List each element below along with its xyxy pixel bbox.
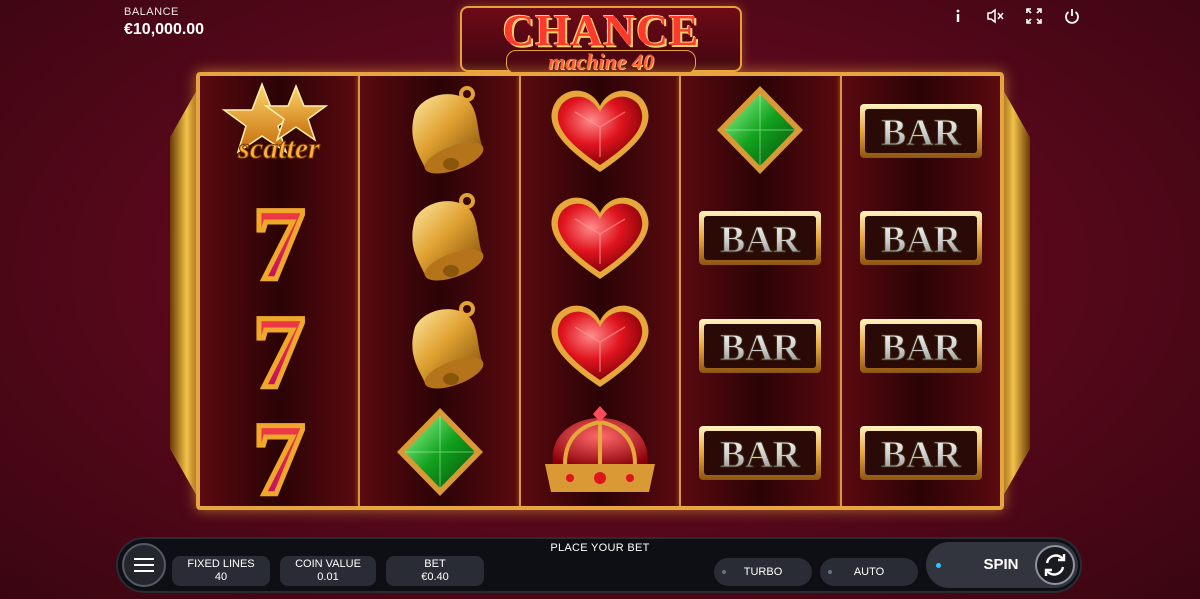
game-logo: CHANCE machine 40 <box>460 6 742 74</box>
bell-symbol-icon <box>375 82 505 178</box>
info-icon[interactable] <box>948 6 968 26</box>
svg-text:BAR: BAR <box>881 112 962 154</box>
bar-symbol-icon: BAR <box>856 189 986 285</box>
menu-icon-line <box>134 564 154 566</box>
balance-display: BALANCE €10,000.00 <box>124 6 204 39</box>
coin-value-selector[interactable]: COIN VALUE 0.01 <box>280 556 376 586</box>
diamond-symbol-icon <box>375 404 505 500</box>
svg-text:7: 7 <box>253 189 305 285</box>
power-icon[interactable] <box>1062 6 1082 26</box>
reel-frame: scatter 7 7 7 BAR BAR BAR BAR BAR BAR BA… <box>196 72 1004 510</box>
fixed-lines-label: FIXED LINES <box>187 558 255 570</box>
bar-symbol-icon: BAR <box>856 82 986 178</box>
bar-symbol-icon: BAR <box>856 404 986 500</box>
svg-text:scatter: scatter <box>237 132 320 165</box>
reel-3 <box>518 76 680 506</box>
coin-value-value: 0.01 <box>317 571 339 583</box>
bet-value: €0.40 <box>421 571 449 583</box>
seven-symbol-icon: 7 <box>214 404 344 500</box>
bar-symbol-icon: BAR <box>695 404 825 500</box>
heart-symbol-icon <box>535 82 665 178</box>
left-frame-pillar <box>170 88 198 498</box>
seven-symbol-icon: 7 <box>214 189 344 285</box>
reel-1: scatter 7 7 7 <box>200 76 359 506</box>
bar-symbol-icon: BAR <box>695 297 825 393</box>
svg-text:BAR: BAR <box>720 327 801 369</box>
svg-text:7: 7 <box>253 297 305 393</box>
menu-icon-line <box>134 558 154 560</box>
logo-subtitle: machine 40 <box>506 50 696 74</box>
spin-indicator <box>936 563 941 568</box>
bet-selector[interactable]: BET €0.40 <box>386 556 484 586</box>
svg-text:BAR: BAR <box>720 219 801 261</box>
spin-icon[interactable] <box>1035 545 1075 585</box>
coin-value-label: COIN VALUE <box>295 558 361 570</box>
fullscreen-icon[interactable] <box>1024 6 1044 26</box>
crown-symbol-icon <box>535 404 665 500</box>
svg-text:7: 7 <box>253 404 305 500</box>
fixed-lines-value: 40 <box>214 571 228 583</box>
spin-label: SPIN <box>983 556 1019 573</box>
spin-button[interactable]: SPIN <box>926 542 1078 588</box>
menu-icon-line <box>134 570 154 572</box>
sound-off-icon[interactable] <box>986 6 1006 26</box>
scatter-symbol-icon: scatter <box>214 81 344 178</box>
auto-label: AUTO <box>853 566 885 578</box>
svg-text:BAR: BAR <box>881 327 962 369</box>
reel-2 <box>358 76 519 506</box>
bar-symbol-icon: BAR <box>695 189 825 285</box>
seven-symbol-icon: 7 <box>214 297 344 393</box>
heart-symbol-icon <box>535 189 665 285</box>
balance-value: €10,000.00 <box>124 21 205 38</box>
svg-text:BAR: BAR <box>881 434 962 476</box>
menu-button[interactable] <box>122 543 166 587</box>
auto-indicator <box>828 570 832 574</box>
balance-label: BALANCE <box>124 6 179 18</box>
diamond-symbol-icon <box>695 82 825 178</box>
turbo-toggle[interactable]: TURBO <box>714 558 812 586</box>
reel-4: BAR BAR BAR <box>679 76 840 506</box>
right-frame-pillar <box>1002 88 1030 498</box>
auto-toggle[interactable]: AUTO <box>820 558 918 586</box>
turbo-label: TURBO <box>743 566 783 578</box>
heart-symbol-icon <box>535 297 665 393</box>
turbo-indicator <box>722 570 726 574</box>
reel-5: BAR BAR BAR BAR <box>839 76 1001 506</box>
reels-grid: scatter 7 7 7 BAR BAR BAR BAR BAR BAR BA… <box>200 76 1001 506</box>
svg-text:BAR: BAR <box>881 219 962 261</box>
bet-label: BET <box>424 558 446 570</box>
fixed-lines-display: FIXED LINES 40 <box>172 556 270 586</box>
bell-symbol-icon <box>375 297 505 393</box>
logo-title: CHANCE <box>502 6 700 55</box>
svg-text:BAR: BAR <box>720 434 801 476</box>
bar-symbol-icon: BAR <box>856 297 986 393</box>
top-toolbar <box>948 6 1082 26</box>
bell-symbol-icon <box>375 189 505 285</box>
